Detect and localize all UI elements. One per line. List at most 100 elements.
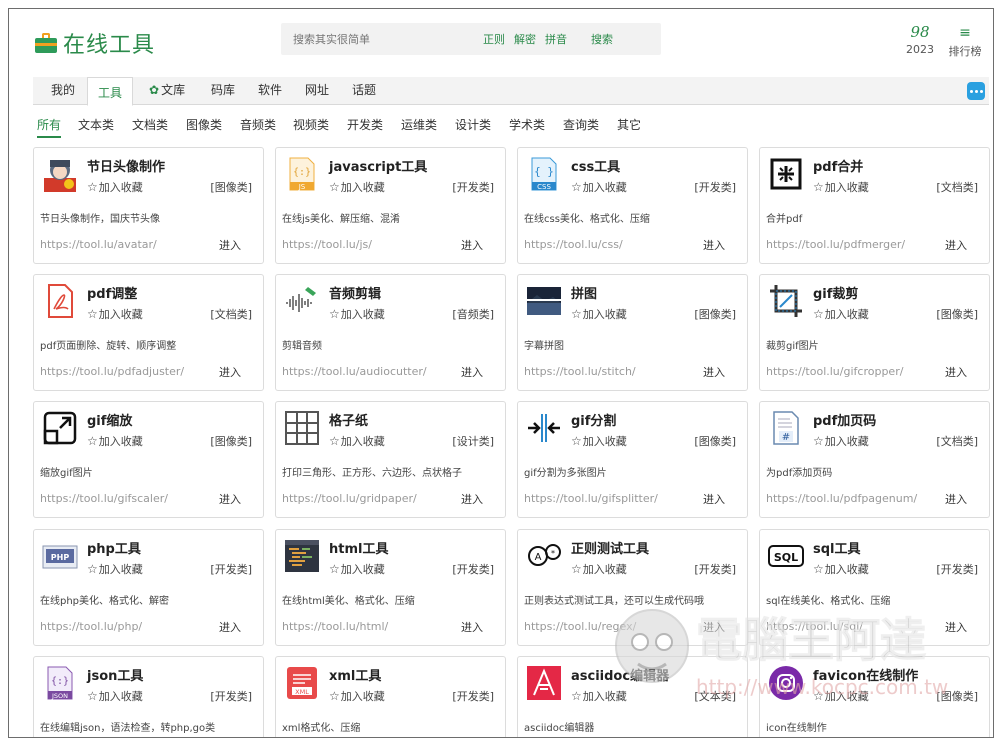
tool-card[interactable]: 拼图 ☆加入收藏 [图像类] 字幕拼图 https://tool.lu/stitch/进… xyxy=(517,274,748,391)
tab-code[interactable]: 码库 xyxy=(211,81,235,98)
tool-title[interactable]: gif缩放 xyxy=(87,410,132,429)
tool-title[interactable]: 节日头像制作 xyxy=(87,156,165,175)
chat-icon[interactable] xyxy=(967,82,985,100)
enter-link[interactable]: 进入 xyxy=(945,619,967,635)
tool-title[interactable]: gif裁剪 xyxy=(813,283,858,302)
tool-card[interactable]: 格子纸 ☆加入收藏 [设计类] 打印三角形、正方形、六边形、点状格子 https://t… xyxy=(275,401,506,518)
search-button[interactable]: 搜索 xyxy=(591,31,613,47)
tool-card[interactable]: { } CSS css工具 ☆加入收藏 [开发类] 在线css美化、格式化、压缩 https… xyxy=(517,147,748,264)
add-favorite-button[interactable]: ☆加入收藏 xyxy=(813,179,869,195)
enter-link[interactable]: 进入 xyxy=(219,491,241,507)
enter-link[interactable]: 进入 xyxy=(461,237,483,253)
tool-title[interactable]: xml工具 xyxy=(329,665,381,684)
tool-card[interactable]: 音频剪辑 ☆加入收藏 [音频类] 剪辑音频 https://tool.lu/audioc… xyxy=(275,274,506,391)
add-favorite-button[interactable]: ☆加入收藏 xyxy=(87,306,143,322)
add-favorite-button[interactable]: ☆加入收藏 xyxy=(571,688,627,704)
category-audio[interactable]: 音频类 xyxy=(240,116,276,133)
search-option-pinyin[interactable]: 拼音 xyxy=(545,31,567,47)
tool-title[interactable]: pdf调整 xyxy=(87,283,137,302)
add-favorite-button[interactable]: ☆加入收藏 xyxy=(329,179,385,195)
tool-card[interactable]: gif分割 ☆加入收藏 [图像类] gif分割为多张图片 https://tool.lu… xyxy=(517,401,748,518)
tool-card[interactable]: favicon在线制作☆加入收藏[图像类]icon在线制作https://too… xyxy=(759,656,990,737)
tool-card[interactable]: SQL sql工具 ☆加入收藏 [开发类] sql在线美化、格式化、压缩 https://… xyxy=(759,529,990,646)
ranking-button[interactable]: ≡ 排行榜 xyxy=(947,25,983,59)
add-favorite-button[interactable]: ☆加入收藏 xyxy=(813,561,869,577)
enter-link[interactable]: 进入 xyxy=(703,364,725,380)
category-text[interactable]: 文本类 xyxy=(78,116,114,133)
tool-title[interactable]: html工具 xyxy=(329,538,388,557)
tool-title[interactable]: json工具 xyxy=(87,665,143,684)
add-favorite-button[interactable]: ☆加入收藏 xyxy=(329,561,385,577)
tab-topics[interactable]: 话题 xyxy=(352,81,376,98)
tool-card[interactable]: asciidoc编辑器☆加入收藏[文本类]asciidoc编辑器https://… xyxy=(517,656,748,737)
tool-title[interactable]: css工具 xyxy=(571,156,620,175)
add-favorite-button[interactable]: ☆加入收藏 xyxy=(87,179,143,195)
tool-card[interactable]: gif缩放 ☆加入收藏 [图像类] 缩放gif图片 https://tool.lu/gi… xyxy=(33,401,264,518)
tab-library[interactable]: ✿ 文库 xyxy=(149,81,185,98)
tab-mine[interactable]: 我的 xyxy=(51,81,75,98)
add-favorite-button[interactable]: ☆加入收藏 xyxy=(571,561,627,577)
add-favorite-button[interactable]: ☆加入收藏 xyxy=(329,306,385,322)
add-favorite-button[interactable]: ☆加入收藏 xyxy=(329,688,385,704)
category-all[interactable]: 所有 xyxy=(37,116,62,138)
category-ops[interactable]: 运维类 xyxy=(401,116,437,133)
tool-title[interactable]: pdf加页码 xyxy=(813,410,876,429)
tool-card[interactable]: gif裁剪 ☆加入收藏 [图像类] 裁剪gif图片 https://tool.lu/gi… xyxy=(759,274,990,391)
enter-link[interactable]: 进入 xyxy=(461,364,483,380)
tool-title[interactable]: 正则测试工具 xyxy=(571,538,649,557)
tool-card[interactable]: PHP php工具 ☆加入收藏 [开发类] 在线php美化、格式化、解密 https://… xyxy=(33,529,264,646)
tool-card[interactable]: {:} JS javascript工具 ☆加入收藏 [开发类] 在线js美化、解压缩、混淆… xyxy=(275,147,506,264)
enter-link[interactable]: 进入 xyxy=(945,491,967,507)
add-favorite-button[interactable]: ☆加入收藏 xyxy=(571,306,627,322)
tool-title[interactable]: 格子纸 xyxy=(329,410,368,429)
add-favorite-button[interactable]: ☆加入收藏 xyxy=(329,433,385,449)
add-favorite-button[interactable]: ☆加入收藏 xyxy=(813,688,869,704)
enter-link[interactable]: 进入 xyxy=(945,364,967,380)
tool-title[interactable]: php工具 xyxy=(87,538,141,557)
enter-link[interactable]: 进入 xyxy=(219,619,241,635)
add-favorite-button[interactable]: ☆加入收藏 xyxy=(813,433,869,449)
add-favorite-button[interactable]: ☆加入收藏 xyxy=(87,688,143,704)
add-favorite-button[interactable]: ☆加入收藏 xyxy=(87,561,143,577)
enter-link[interactable]: 进入 xyxy=(461,491,483,507)
tool-title[interactable]: sql工具 xyxy=(813,538,861,557)
tool-card[interactable]: # pdf加页码 ☆加入收藏 [文档类] 为pdf添加页码 https://tool.lu… xyxy=(759,401,990,518)
tool-card[interactable]: A * 正则测试工具 ☆加入收藏 [开发类] 正则表达式测试工具，还可以生成代码哦 http… xyxy=(517,529,748,646)
tab-software[interactable]: 软件 xyxy=(258,81,282,98)
category-image[interactable]: 图像类 xyxy=(186,116,222,133)
add-favorite-button[interactable]: ☆加入收藏 xyxy=(813,306,869,322)
enter-link[interactable]: 进入 xyxy=(703,237,725,253)
tool-card[interactable]: html工具 ☆加入收藏 [开发类] 在线html美化、格式化、压缩 https://t… xyxy=(275,529,506,646)
search-option-regex[interactable]: 正则 xyxy=(483,31,505,47)
add-favorite-button[interactable]: ☆加入收藏 xyxy=(87,433,143,449)
tool-card[interactable]: {:} JSON json工具 ☆加入收藏 [开发类] 在线编辑json，语法检查，转ph… xyxy=(33,656,264,737)
category-academic[interactable]: 学术类 xyxy=(509,116,545,133)
category-other[interactable]: 其它 xyxy=(617,116,641,133)
tool-title[interactable]: favicon在线制作 xyxy=(813,665,918,684)
enter-link[interactable]: 进入 xyxy=(703,491,725,507)
enter-link[interactable]: 进入 xyxy=(945,237,967,253)
tool-title[interactable]: 音频剪辑 xyxy=(329,283,381,302)
add-favorite-button[interactable]: ☆加入收藏 xyxy=(571,433,627,449)
category-dev[interactable]: 开发类 xyxy=(347,116,383,133)
tool-title[interactable]: gif分割 xyxy=(571,410,616,429)
category-design[interactable]: 设计类 xyxy=(455,116,491,133)
category-query[interactable]: 查询类 xyxy=(563,116,599,133)
tool-card[interactable]: pdf合并 ☆加入收藏 [文档类] 合并pdf https://tool.lu/pdfm… xyxy=(759,147,990,264)
enter-link[interactable]: 进入 xyxy=(461,619,483,635)
tab-tools[interactable]: 工具 xyxy=(87,77,134,106)
tool-card[interactable]: 节日头像制作 ☆加入收藏 [图像类] 节日头像制作，国庆节头像 https://tool… xyxy=(33,147,264,264)
tab-links[interactable]: 网址 xyxy=(305,81,329,98)
enter-link[interactable]: 进入 xyxy=(219,364,241,380)
tool-card[interactable]: pdf调整 ☆加入收藏 [文档类] pdf页面删除、旋转、顺序调整 https://to… xyxy=(33,274,264,391)
site-logo[interactable]: 在线工具 xyxy=(35,27,155,59)
enter-link[interactable]: 进入 xyxy=(703,619,725,635)
enter-link[interactable]: 进入 xyxy=(219,237,241,253)
tool-title[interactable]: javascript工具 xyxy=(329,156,427,175)
category-docs[interactable]: 文档类 xyxy=(132,116,168,133)
add-favorite-button[interactable]: ☆加入收藏 xyxy=(571,179,627,195)
tool-title[interactable]: 拼图 xyxy=(571,283,597,302)
category-video[interactable]: 视频类 xyxy=(293,116,329,133)
tool-card[interactable]: XMLxml工具☆加入收藏[开发类]xml格式化、压缩https://tool.… xyxy=(275,656,506,737)
tool-title[interactable]: asciidoc编辑器 xyxy=(571,665,669,684)
